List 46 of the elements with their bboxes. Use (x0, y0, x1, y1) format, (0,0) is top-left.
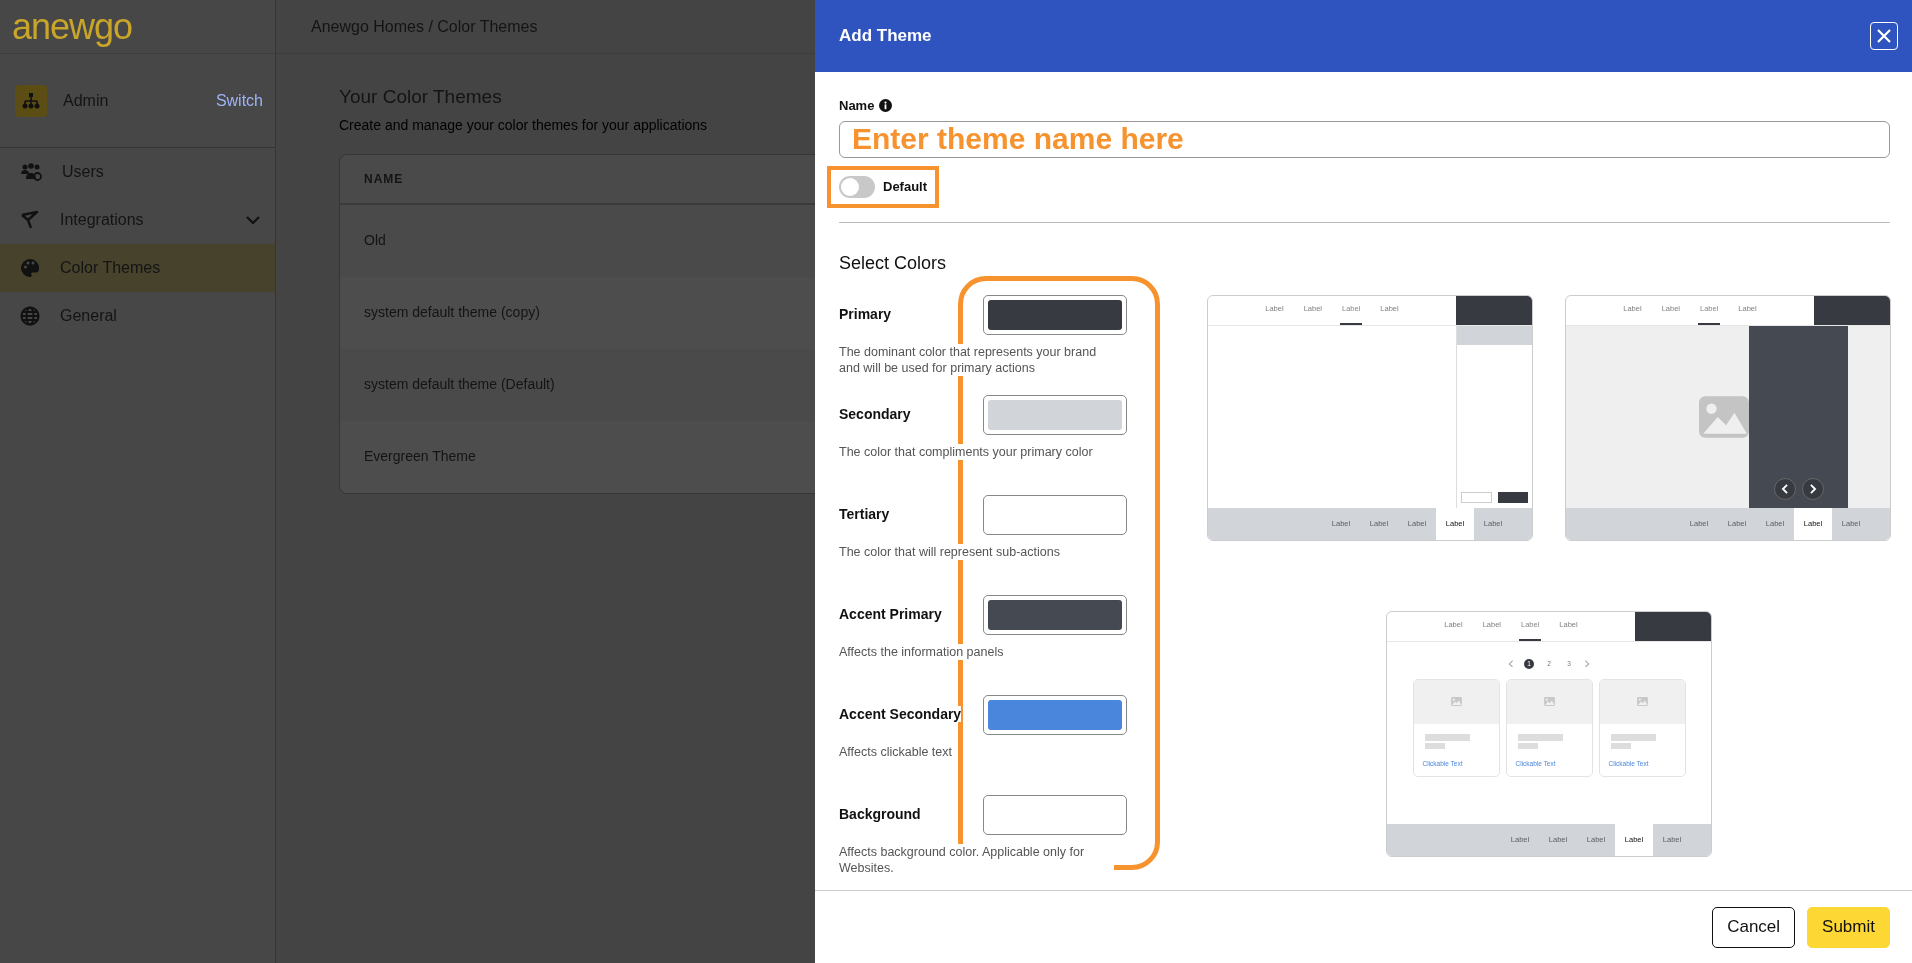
color-label: Background (839, 806, 921, 822)
color-label: Accent Primary (839, 606, 942, 622)
close-icon (1876, 28, 1892, 44)
color-swatch[interactable] (983, 694, 1127, 735)
color-label: Secondary (839, 406, 911, 422)
image-icon (1543, 697, 1555, 706)
submit-button[interactable]: Submit (1807, 906, 1890, 948)
color-swatch[interactable] (983, 394, 1127, 435)
send-icon (20, 210, 40, 230)
color-swatch[interactable] (983, 794, 1127, 835)
chevron-left-icon (1780, 483, 1789, 494)
field-label: Name (839, 97, 875, 115)
image-icon (1636, 697, 1648, 706)
cancel-button[interactable]: Cancel (1712, 906, 1796, 948)
color-label: Accent Secondary (839, 706, 962, 722)
modal-title: Add Theme (839, 25, 932, 48)
name-field[interactable]: Enter theme name here (839, 120, 1890, 158)
color-swatch[interactable] (983, 494, 1127, 535)
hierarchy-icon (15, 84, 47, 117)
color-label: Tertiary (839, 506, 890, 522)
color-description: The color that compliments your primary color (839, 443, 1093, 460)
toggle-switch[interactable] (839, 175, 875, 198)
color-description: Affects the information panels (839, 643, 1004, 660)
users-icon (20, 163, 42, 181)
color-description: The color that will represent sub-actions (839, 543, 1060, 560)
carousel-button[interactable] (1801, 477, 1824, 500)
color-label: Primary (839, 306, 892, 322)
toggle-label: Default (883, 177, 928, 196)
color-swatch[interactable] (983, 594, 1127, 635)
section-title: Select Colors (839, 251, 948, 275)
switch-link[interactable]: Switch (215, 88, 263, 113)
chevron-left-icon[interactable] (1508, 659, 1514, 668)
table-cell-text: Evergreen Theme (364, 447, 476, 467)
globe-icon (20, 306, 40, 326)
logo: anewgo (12, 8, 133, 45)
color-swatch[interactable] (983, 294, 1127, 335)
table-cell-text: system default theme (copy) (364, 303, 540, 323)
page-subtitle: Create and manage your color themes for your applications (339, 115, 708, 135)
close-button[interactable] (1870, 22, 1898, 50)
chevron-right-icon (1808, 483, 1817, 494)
carousel-button[interactable] (1773, 477, 1796, 500)
palette-icon (20, 258, 40, 278)
chevron-icon[interactable] (245, 214, 261, 226)
info-icon[interactable] (879, 99, 893, 113)
image-icon (1450, 697, 1462, 706)
chevron-right-icon[interactable] (1584, 659, 1590, 668)
